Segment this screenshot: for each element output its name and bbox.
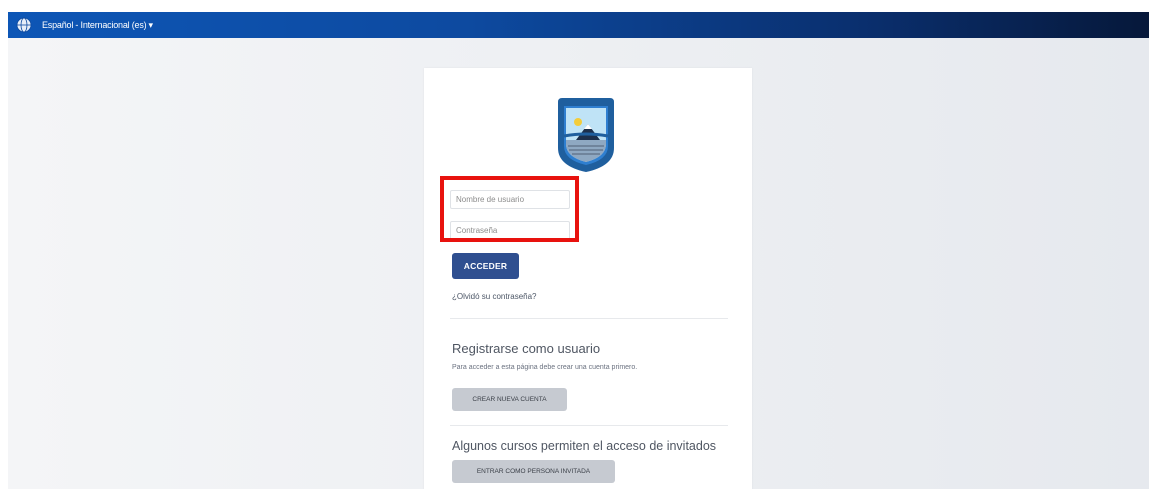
language-label: Español - Internacional (es) <box>42 20 147 30</box>
create-account-button[interactable]: CREAR NUEVA CUENTA <box>452 388 567 411</box>
login-card: ACCEDER ¿Olvidó su contraseña? Registrar… <box>424 68 752 489</box>
divider <box>450 425 728 426</box>
signup-description: Para acceder a esta página debe crear un… <box>452 364 638 371</box>
chevron-down-icon: ▾ <box>148 19 153 30</box>
guest-login-button[interactable]: ENTRAR COMO PERSONA INVITADA <box>452 460 615 483</box>
language-selector[interactable]: Español - Internacional (es) ▾ <box>42 20 153 31</box>
signup-title: Registrarse como usuario <box>452 341 601 356</box>
username-input[interactable] <box>450 190 570 209</box>
forgot-password-link[interactable]: ¿Olvidó su contraseña? <box>452 292 537 301</box>
top-navbar: Español - Internacional (es) ▾ <box>8 12 1149 38</box>
password-input[interactable] <box>450 221 570 240</box>
divider <box>450 318 728 319</box>
guest-title: Algunos cursos permiten el acceso de inv… <box>452 439 717 453</box>
university-logo <box>554 96 618 174</box>
login-button[interactable]: ACCEDER <box>452 253 519 279</box>
globe-icon <box>16 17 32 33</box>
page-background: Español - Internacional (es) ▾ ACCEDER ¿… <box>8 12 1149 489</box>
